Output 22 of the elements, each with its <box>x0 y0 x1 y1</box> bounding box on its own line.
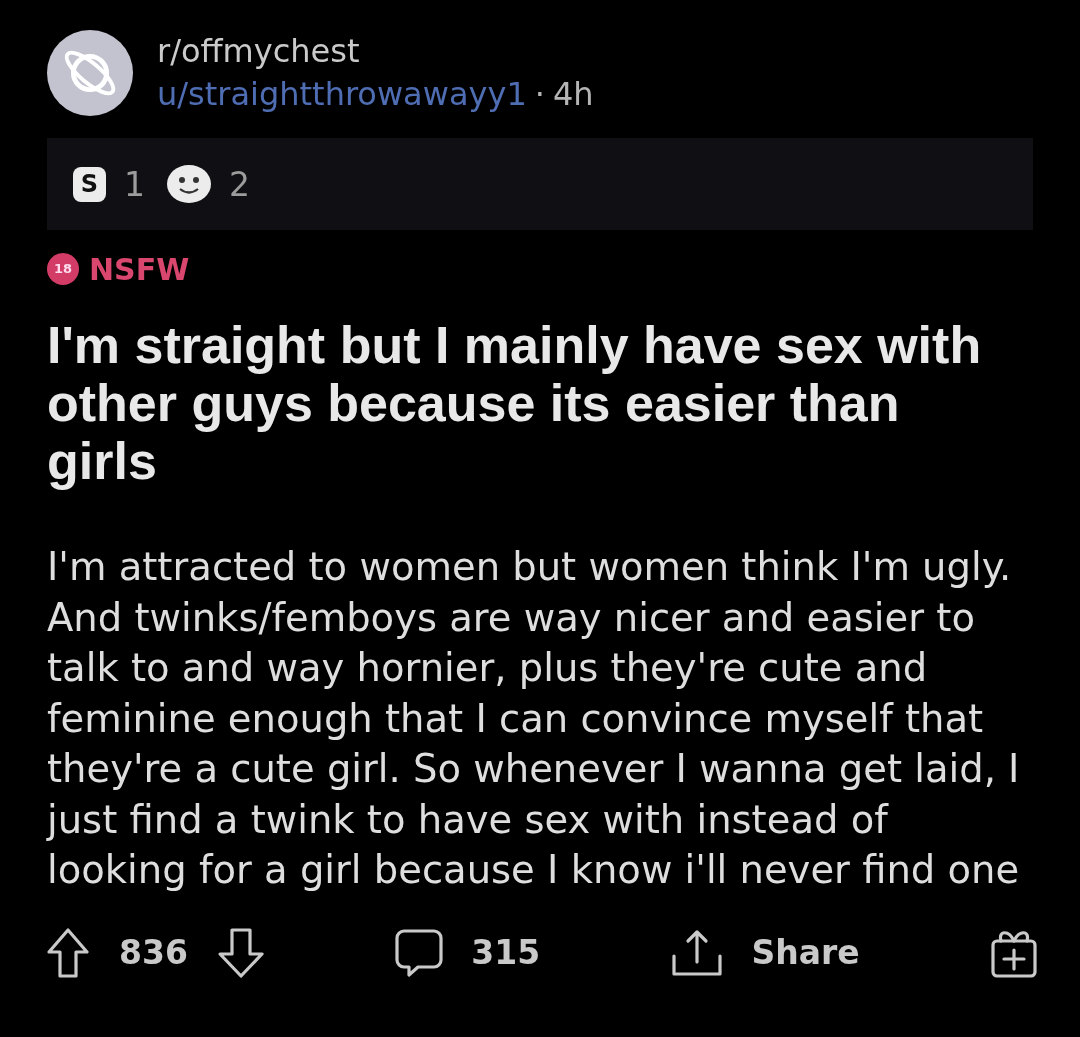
face-award-icon <box>167 165 211 204</box>
award-count: 2 <box>229 163 250 206</box>
planet-icon <box>47 30 133 117</box>
award-count: 1 <box>124 163 145 206</box>
upvote-button[interactable] <box>47 927 89 978</box>
award-tile: S <box>73 166 106 202</box>
separator-dot: · <box>534 74 545 116</box>
username-link[interactable]: u/straightthrowawayy1 <box>157 73 527 117</box>
nsfw-label: NSFW <box>89 250 190 289</box>
post-title: I'm straight but I mainly have sex with other guys because its easier than girls <box>47 316 983 491</box>
post-age: 4h <box>552 74 594 116</box>
subreddit-link[interactable]: r/offmychest <box>157 32 360 70</box>
comments-button[interactable]: 315 <box>394 927 541 978</box>
down-arrow-icon <box>217 927 264 978</box>
vote-score: 836 <box>119 932 188 975</box>
comment-icon <box>394 927 445 978</box>
share-icon <box>670 927 725 978</box>
share-button[interactable]: Share <box>670 927 860 978</box>
age-rating-badge: 18 <box>47 253 79 286</box>
post-body: I'm attracted to women but women think I'm ugly. And twinks/femboys are way nicer and easier to talk to and way hornier, plus they're cute and feminine enough that I can convince myself that they're a cute girl. So whenever I wanna get laid, I just find a twink to have sex with instead of looking for a girl because I know i'll never find one <box>47 543 1021 895</box>
downvote-button[interactable] <box>217 927 264 978</box>
up-arrow-icon <box>47 927 89 978</box>
